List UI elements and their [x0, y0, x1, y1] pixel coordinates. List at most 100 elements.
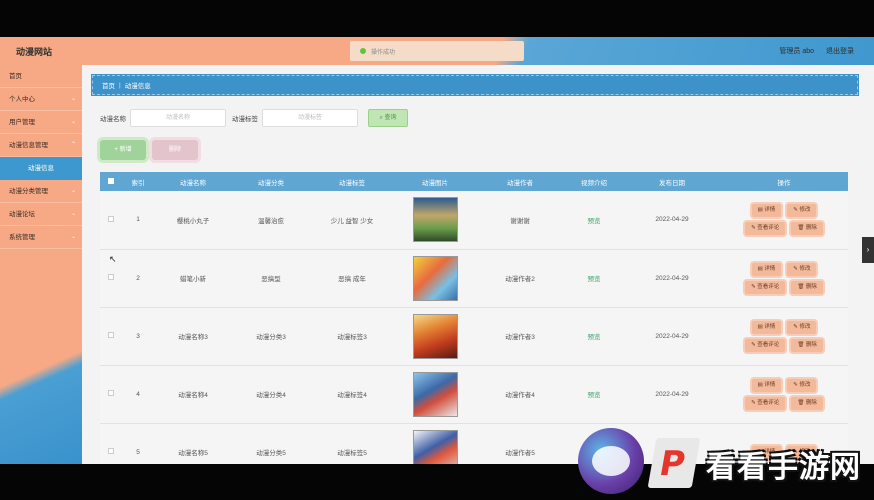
table-row: 1 樱桃小丸子 温馨治愈 少儿 益智 少女 谢谢谢 预览 2022-04-29 …	[100, 191, 848, 249]
cell-video: 预览	[564, 249, 624, 307]
query-button[interactable]: ⌕ 查询	[368, 109, 408, 127]
cell-index: 4	[136, 390, 140, 398]
chevron-down-icon: ⌄	[70, 96, 76, 102]
detail-button[interactable]: ▤ 详情	[751, 262, 782, 276]
sidebar-item-label: 个人中心	[9, 96, 35, 103]
select-all-checkbox[interactable]	[100, 172, 122, 191]
table-row: 2 蜡笔小新 恶搞型 恶搞 成年 动漫作者2 预览 2022-04-29 ▤ 详…	[100, 249, 848, 307]
chevron-down-icon: ⌄	[70, 188, 76, 194]
column-header: 动漫名称	[180, 179, 206, 187]
column-header: 视频介绍	[581, 179, 607, 187]
sidebar-item-anime-forum[interactable]: 动漫论坛 ⌄	[0, 203, 82, 226]
column-header: 动漫分类	[258, 179, 284, 187]
cell-author: 动漫作者3	[505, 334, 535, 341]
sidebar-item-anime-info[interactable]: 动漫信息	[0, 157, 82, 180]
cell-video: 预览	[564, 191, 624, 249]
sidebar-item-user-management[interactable]: 用户管理 ⌄	[0, 111, 82, 134]
user-label: 管理员 abo	[779, 48, 814, 55]
cell-index: 2	[136, 274, 140, 282]
detail-button[interactable]: ▤ 详情	[751, 204, 782, 218]
column-header: 动漫标签	[339, 179, 365, 187]
app-window: 动漫网站 操作成功 管理员 abo 退出登录 首页 个人中心 ⌄ 用户管理 ⌄ …	[0, 37, 874, 464]
table-row: 3 动漫名称3 动漫分类3 动漫标签3 动漫作者3 预览 2022-04-29 …	[100, 307, 848, 365]
batch-delete-button[interactable]: 删除	[152, 140, 198, 160]
view-comments-button[interactable]: ✎ 查看评论	[745, 396, 786, 410]
column-header: 动漫图片	[422, 179, 448, 187]
cell-index: 3	[136, 332, 140, 340]
cell-ops: ▤ 详情 ✎ 修改 ✎ 查看评论 🗑 删除	[720, 307, 848, 365]
chevron-right-icon[interactable]: ›	[862, 237, 874, 263]
cell-date: 2022-04-29	[655, 216, 689, 224]
cell-tags: 动漫标签5	[337, 450, 367, 457]
edit-button[interactable]: ✎ 修改	[787, 320, 817, 334]
logout-link[interactable]: 退出登录	[826, 46, 854, 56]
table-row: 4 动漫名称4 动漫分类4 动漫标签4 动漫作者4 预览 2022-04-29 …	[100, 365, 848, 423]
detail-button[interactable]: ▤ 详情	[751, 378, 782, 392]
sidebar-item-label: 动漫信息管理	[9, 142, 48, 149]
view-comments-button[interactable]: ✎ 查看评论	[745, 338, 786, 352]
sidebar-item-home[interactable]: 首页	[0, 65, 82, 88]
add-button[interactable]: + 新增	[100, 140, 146, 160]
column-header: 索引	[131, 179, 145, 187]
detail-button[interactable]: ▤ 详情	[751, 320, 782, 334]
name-search-input[interactable]: 动漫名称	[130, 109, 226, 127]
top-header: 动漫网站 操作成功 管理员 abo 退出登录	[0, 37, 874, 65]
delete-button[interactable]: 🗑 删除	[791, 396, 823, 410]
breadcrumb: 首页 | 动漫信息	[92, 75, 858, 95]
cell-author: 动漫作者5	[505, 450, 535, 457]
sidebar-item-personal-center[interactable]: 个人中心 ⌄	[0, 88, 82, 111]
toast-text: 操作成功	[371, 49, 396, 56]
cell-image	[394, 249, 476, 307]
breadcrumb-current: 动漫信息	[124, 83, 151, 90]
sidebar-item-anime-info-management[interactable]: 动漫信息管理 ⌃	[0, 134, 82, 157]
cell-name: 蜡笔小新	[180, 276, 206, 283]
sidebar-item-label: 系统管理	[9, 234, 35, 241]
toast-message: 操作成功	[350, 41, 524, 61]
cell-date: 2022-04-29	[655, 390, 689, 398]
delete-button[interactable]: 🗑 删除	[791, 280, 823, 294]
sidebar-item-anime-category-management[interactable]: 动漫分类管理 ⌄	[0, 180, 82, 203]
cell-author: 动漫作者4	[505, 392, 535, 399]
row-checkbox[interactable]	[100, 191, 122, 249]
edit-button[interactable]: ✎ 修改	[787, 204, 817, 218]
anime-thumbnail[interactable]	[412, 255, 458, 301]
cell-name: 动漫名称4	[178, 392, 208, 399]
video-preview-link[interactable]: 预览	[588, 276, 601, 283]
anime-thumbnail[interactable]	[412, 197, 458, 243]
row-checkbox[interactable]	[100, 365, 122, 423]
sidebar-item-system-management[interactable]: 系统管理 ⌄	[0, 226, 82, 249]
row-checkbox[interactable]	[100, 307, 122, 365]
row-checkbox[interactable]	[100, 423, 122, 464]
mouse-cursor-icon: ↖	[109, 254, 117, 264]
video-preview-link[interactable]: 预览	[588, 392, 601, 399]
video-preview-link[interactable]: 预览	[588, 334, 601, 341]
cell-category: 动漫分类5	[256, 450, 286, 457]
tag-search-input[interactable]: 动漫标签	[262, 109, 358, 127]
chevron-down-icon: ⌄	[70, 234, 76, 240]
cell-tags: 动漫标签3	[337, 334, 367, 341]
edit-button[interactable]: ✎ 修改	[787, 378, 817, 392]
chevron-down-icon: ⌄	[70, 211, 76, 217]
cell-author: 谢谢谢	[510, 217, 530, 225]
delete-button[interactable]: 🗑 删除	[791, 338, 823, 352]
cell-video: 预览	[564, 365, 624, 423]
query-label: 查询	[384, 115, 397, 121]
delete-button[interactable]: 🗑 删除	[791, 222, 823, 236]
cell-tags: 少儿 益智 少女	[330, 217, 374, 225]
view-comments-button[interactable]: ✎ 查看评论	[745, 280, 786, 294]
anime-thumbnail[interactable]	[412, 429, 458, 464]
cell-date: 2022-04-29	[655, 332, 689, 340]
view-comments-button[interactable]: ✎ 查看评论	[745, 222, 786, 236]
edit-button[interactable]: ✎ 修改	[787, 262, 817, 276]
breadcrumb-home[interactable]: 首页	[102, 80, 115, 90]
table-header-row: 索引 动漫名称 动漫分类 动漫标签 动漫图片 动漫作者 视频介绍 发布日期 操作	[100, 172, 848, 191]
chevron-up-icon: ⌃	[70, 142, 76, 148]
anime-thumbnail[interactable]	[412, 371, 458, 417]
sidebar-item-label: 首页	[9, 73, 22, 80]
breadcrumb-separator: |	[119, 81, 121, 89]
sidebar-item-label: 动漫论坛	[9, 211, 35, 218]
cell-video: 预览	[564, 307, 624, 365]
video-preview-link[interactable]: 预览	[588, 218, 601, 225]
anime-thumbnail[interactable]	[412, 313, 458, 359]
column-header: 发布日期	[659, 179, 685, 187]
